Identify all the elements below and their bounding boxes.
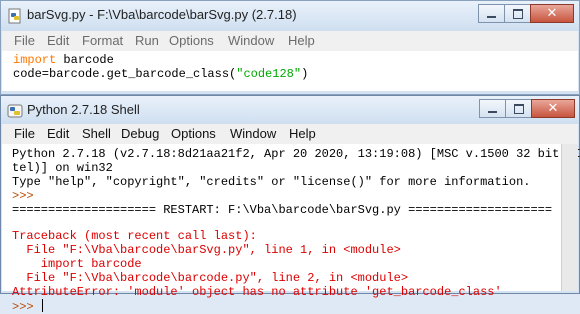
editor-window-controls: ✕ <box>478 4 574 23</box>
editor-titlebar[interactable]: barSvg.py - F:\Vba\barcode\barSvg.py (2.… <box>1 1 579 31</box>
error-line: AttributeError: 'module' object has no a… <box>12 285 502 299</box>
input-line[interactable]: >>> <box>12 299 43 314</box>
shell-title: Python 2.7.18 Shell <box>27 102 140 117</box>
menu-options[interactable]: Options <box>169 33 214 48</box>
menu-edit[interactable]: Edit <box>47 33 69 48</box>
text-cursor <box>41 299 43 312</box>
keyword: import <box>13 53 57 67</box>
close-button[interactable]: ✕ <box>531 99 575 118</box>
code-editor[interactable]: import barcode code=barcode.get_barcode_… <box>2 51 578 91</box>
shell-window-controls: ✕ <box>479 99 575 118</box>
vertical-scrollbar[interactable] <box>561 144 578 291</box>
menu-shell[interactable]: Shell <box>82 126 111 141</box>
menu-format[interactable]: Format <box>82 33 123 48</box>
shell-prompt: >>> <box>12 189 34 203</box>
maximize-button[interactable] <box>504 4 530 23</box>
shell-titlebar[interactable]: Python 2.7.18 Shell ✕ <box>1 96 579 124</box>
shell-menubar: File Edit Shell Debug Options Window Hel… <box>2 124 578 144</box>
banner-line: Type "help", "copyright", "credits" or "… <box>12 175 531 189</box>
code-text: barcode <box>56 53 114 67</box>
maximize-button[interactable] <box>505 99 531 118</box>
shell-window: Python 2.7.18 Shell ✕ File Edit Shell De… <box>0 95 580 314</box>
code-text: code=barcode.get_barcode_class( <box>13 67 237 81</box>
maximize-icon <box>513 103 524 114</box>
python-file-icon <box>8 8 21 24</box>
shell-output[interactable]: Python 2.7.18 (v2.7.18:8d21aa21f2, Apr 2… <box>2 144 580 314</box>
menu-file[interactable]: File <box>14 126 35 141</box>
traceback-line: import barcode <box>12 257 142 271</box>
code-line-2: code=barcode.get_barcode_class("code128"… <box>13 67 308 81</box>
code-line-1: import barcode <box>13 53 114 67</box>
menu-help[interactable]: Help <box>289 126 316 141</box>
minimize-icon <box>488 111 497 113</box>
python-shell-icon <box>7 104 23 118</box>
minimize-button[interactable] <box>478 4 504 23</box>
close-button[interactable]: ✕ <box>530 4 574 23</box>
shell-prompt: >>> <box>12 300 41 314</box>
traceback-line: File "F:\Vba\barcode\barcode.py", line 2… <box>12 271 409 285</box>
menu-help[interactable]: Help <box>288 33 315 48</box>
minimize-button[interactable] <box>479 99 505 118</box>
menu-run[interactable]: Run <box>135 33 159 48</box>
banner-line: Python 2.7.18 (v2.7.18:8d21aa21f2, Apr 2… <box>12 147 580 161</box>
maximize-icon <box>512 8 523 19</box>
close-icon: ✕ <box>546 6 558 21</box>
traceback-line: File "F:\Vba\barcode\barSvg.py", line 1,… <box>12 243 401 257</box>
minimize-icon <box>487 16 496 18</box>
menu-file[interactable]: File <box>14 33 35 48</box>
traceback-line: Traceback (most recent call last): <box>12 229 257 243</box>
menu-debug[interactable]: Debug <box>121 126 159 141</box>
editor-window: barSvg.py - F:\Vba\barcode\barSvg.py (2.… <box>0 0 580 95</box>
banner-line: tel)] on win32 <box>12 161 113 175</box>
menu-window[interactable]: Window <box>228 33 274 48</box>
menu-edit[interactable]: Edit <box>47 126 69 141</box>
menu-options[interactable]: Options <box>171 126 216 141</box>
menu-window[interactable]: Window <box>230 126 276 141</box>
code-text: ) <box>301 67 309 81</box>
editor-title: barSvg.py - F:\Vba\barcode\barSvg.py (2.… <box>27 7 297 22</box>
editor-menubar: File Edit Format Run Options Window Help <box>2 31 578 51</box>
string-literal: "code128" <box>236 67 302 81</box>
restart-line: ==================== RESTART: F:\Vba\bar… <box>12 203 553 217</box>
close-icon: ✕ <box>547 101 559 116</box>
